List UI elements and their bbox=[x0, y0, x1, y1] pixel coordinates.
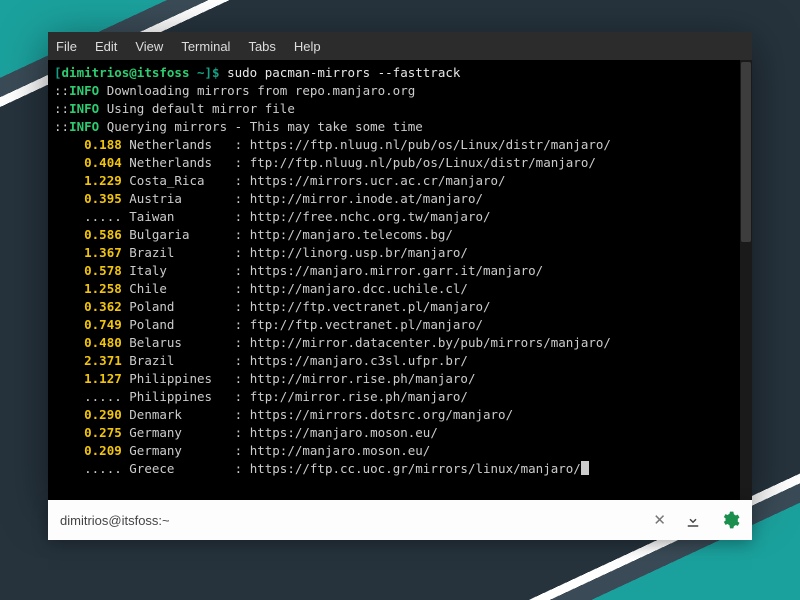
menubar: File Edit View Terminal Tabs Help bbox=[48, 32, 752, 60]
taskbar: dimitrios@itsfoss:~ ✕ bbox=[48, 500, 752, 540]
close-icon[interactable]: ✕ bbox=[653, 511, 666, 529]
menu-tabs[interactable]: Tabs bbox=[248, 39, 275, 54]
scrollbar-thumb[interactable] bbox=[741, 62, 751, 242]
menu-view[interactable]: View bbox=[135, 39, 163, 54]
menu-edit[interactable]: Edit bbox=[95, 39, 117, 54]
taskbar-window-title[interactable]: dimitrios@itsfoss:~ bbox=[60, 513, 653, 528]
terminal-window: File Edit View Terminal Tabs Help [dimit… bbox=[48, 32, 752, 500]
download-icon[interactable] bbox=[684, 511, 702, 529]
menu-file[interactable]: File bbox=[56, 39, 77, 54]
taskbar-icons: ✕ bbox=[653, 510, 740, 530]
terminal-output[interactable]: [dimitrios@itsfoss ~]$ sudo pacman-mirro… bbox=[48, 60, 752, 500]
terminal-cursor bbox=[581, 461, 589, 475]
scrollbar-track[interactable] bbox=[740, 60, 752, 500]
menu-help[interactable]: Help bbox=[294, 39, 321, 54]
menu-terminal[interactable]: Terminal bbox=[181, 39, 230, 54]
settings-icon[interactable] bbox=[720, 510, 740, 530]
